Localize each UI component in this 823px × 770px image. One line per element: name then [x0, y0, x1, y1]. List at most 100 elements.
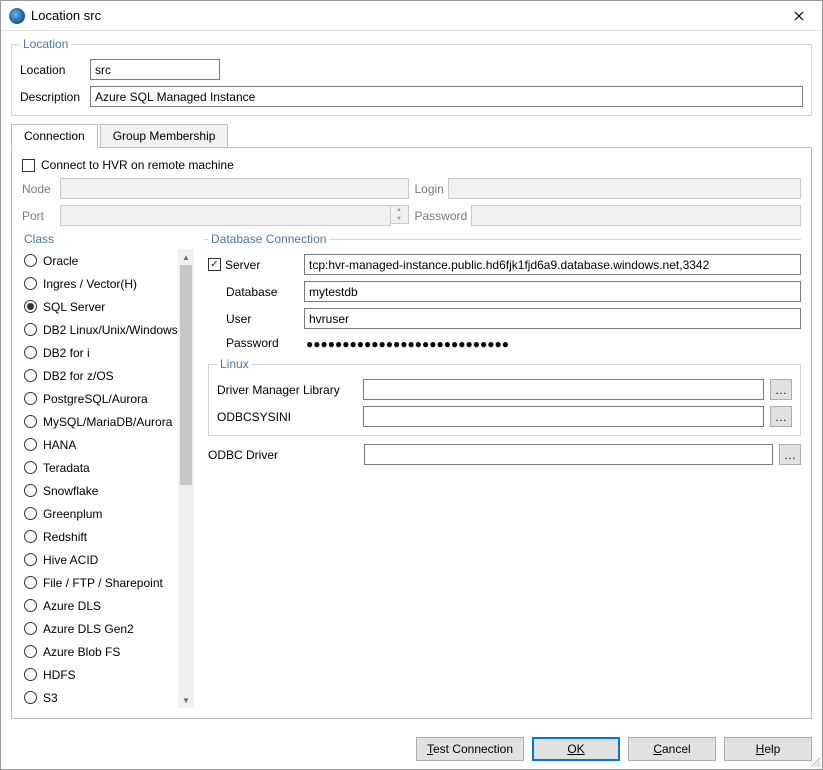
tabs: Connection Group Membership [11, 124, 812, 148]
radio-icon[interactable] [24, 576, 37, 589]
class-option[interactable]: Azure DLS Gen2 [22, 617, 178, 640]
class-option-label: Teradata [43, 461, 90, 475]
connect-remote-checkbox[interactable] [22, 159, 35, 172]
odbc-driver-browse-button[interactable]: … [779, 444, 801, 465]
database-label: Database [226, 285, 277, 299]
class-option[interactable]: SQL Server [22, 295, 178, 318]
class-option[interactable]: Snowflake [22, 479, 178, 502]
footer: Test Connection OK Cancel Help [1, 731, 822, 769]
ok-button[interactable]: OK [532, 737, 620, 761]
radio-icon[interactable] [24, 254, 37, 267]
password-display[interactable]: ●●●●●●●●●●●●●●●●●●●●●●●●●●●● [304, 335, 801, 351]
tab-body: Connect to HVR on remote machine Node Lo… [11, 147, 812, 719]
radio-icon[interactable] [24, 277, 37, 290]
location-label: Location [20, 63, 84, 77]
port-spinner: ▲▼ [391, 205, 409, 224]
radio-icon[interactable] [24, 323, 37, 336]
radio-icon[interactable] [24, 392, 37, 405]
class-option-label: DB2 for z/OS [43, 369, 114, 383]
cancel-button[interactable]: Cancel [628, 737, 716, 761]
class-option[interactable]: MySQL/MariaDB/Aurora [22, 410, 178, 433]
radio-icon[interactable] [24, 599, 37, 612]
tab-connection[interactable]: Connection [11, 124, 98, 148]
class-option[interactable]: Teradata [22, 456, 178, 479]
password-label: Password [226, 336, 279, 350]
class-option[interactable]: Oracle [22, 249, 178, 272]
node-input [60, 178, 409, 199]
class-option-label: Azure Blob FS [43, 645, 120, 659]
server-label: Server [225, 258, 260, 272]
odbc-driver-input[interactable] [364, 444, 773, 465]
driver-mgr-browse-button[interactable]: … [770, 379, 792, 400]
class-option-label: Hive ACID [43, 553, 98, 567]
radio-icon[interactable] [24, 369, 37, 382]
class-option[interactable]: DB2 for z/OS [22, 364, 178, 387]
scrollbar-thumb[interactable] [180, 265, 192, 485]
radio-icon[interactable] [24, 622, 37, 635]
class-option[interactable]: Redshift [22, 525, 178, 548]
radio-icon[interactable] [24, 668, 37, 681]
class-option[interactable]: Hive ACID [22, 548, 178, 571]
class-option[interactable]: S3 [22, 686, 178, 708]
radio-icon[interactable] [24, 691, 37, 704]
class-option[interactable]: PostgreSQL/Aurora [22, 387, 178, 410]
class-option[interactable]: Greenplum [22, 502, 178, 525]
class-option-label: Snowflake [43, 484, 98, 498]
test-connection-button[interactable]: Test Connection [416, 737, 524, 761]
class-option-label: SQL Server [43, 300, 105, 314]
password-label-remote: Password [415, 209, 468, 223]
class-option[interactable]: Ingres / Vector(H) [22, 272, 178, 295]
chevron-down-icon: ▼ [391, 215, 408, 224]
radio-icon[interactable] [24, 553, 37, 566]
location-input[interactable] [90, 59, 220, 80]
chevron-down-icon[interactable]: ▼ [178, 692, 194, 708]
class-option[interactable]: File / FTP / Sharepoint [22, 571, 178, 594]
radio-icon[interactable] [24, 346, 37, 359]
class-option-label: Greenplum [43, 507, 102, 521]
radio-icon[interactable] [24, 484, 37, 497]
class-option-label: Redshift [43, 530, 87, 544]
radio-icon[interactable] [24, 530, 37, 543]
help-button[interactable]: Help [724, 737, 812, 761]
db-connection-fieldset: Database Connection ✓ Server Database Us… [204, 232, 801, 479]
class-option[interactable]: HDFS [22, 663, 178, 686]
odbcsysini-browse-button[interactable]: … [770, 406, 792, 427]
tab-group-membership[interactable]: Group Membership [100, 124, 229, 148]
login-input [448, 178, 801, 199]
linux-fieldset: Linux Driver Manager Library … ODBCSYSIN… [208, 357, 801, 436]
close-button[interactable] [784, 1, 814, 31]
class-option-label: S3 [43, 691, 58, 705]
radio-icon[interactable] [24, 300, 37, 313]
radio-icon[interactable] [24, 438, 37, 451]
odbcsysini-input[interactable] [363, 406, 764, 427]
location-legend: Location [20, 37, 71, 51]
driver-mgr-input[interactable] [363, 379, 764, 400]
class-option[interactable]: Azure DLS [22, 594, 178, 617]
class-option[interactable]: DB2 Linux/Unix/Windows [22, 318, 178, 341]
chevron-up-icon[interactable]: ▲ [178, 249, 194, 265]
linux-legend: Linux [217, 357, 252, 371]
class-option-label: HDFS [43, 668, 76, 682]
radio-icon[interactable] [24, 415, 37, 428]
class-scrollbar[interactable]: ▲ ▼ [178, 249, 194, 708]
database-input[interactable] [304, 281, 801, 302]
class-option-label: Oracle [43, 254, 78, 268]
login-label: Login [415, 182, 444, 196]
user-input[interactable] [304, 308, 801, 329]
class-option[interactable]: HANA [22, 433, 178, 456]
class-option[interactable]: DB2 for i [22, 341, 178, 364]
user-label: User [226, 312, 251, 326]
radio-icon[interactable] [24, 507, 37, 520]
server-checkbox[interactable]: ✓ [208, 258, 221, 271]
class-option-label: PostgreSQL/Aurora [43, 392, 148, 406]
class-option[interactable]: Azure Blob FS [22, 640, 178, 663]
description-input[interactable] [90, 86, 803, 107]
class-option-label: Ingres / Vector(H) [43, 277, 137, 291]
odbc-driver-label: ODBC Driver [208, 448, 358, 462]
server-input[interactable] [304, 254, 801, 275]
radio-icon[interactable] [24, 461, 37, 474]
close-icon [794, 11, 804, 21]
radio-icon[interactable] [24, 645, 37, 658]
odbcsysini-label: ODBCSYSINI [217, 410, 357, 424]
resize-grip-icon[interactable] [808, 755, 820, 767]
